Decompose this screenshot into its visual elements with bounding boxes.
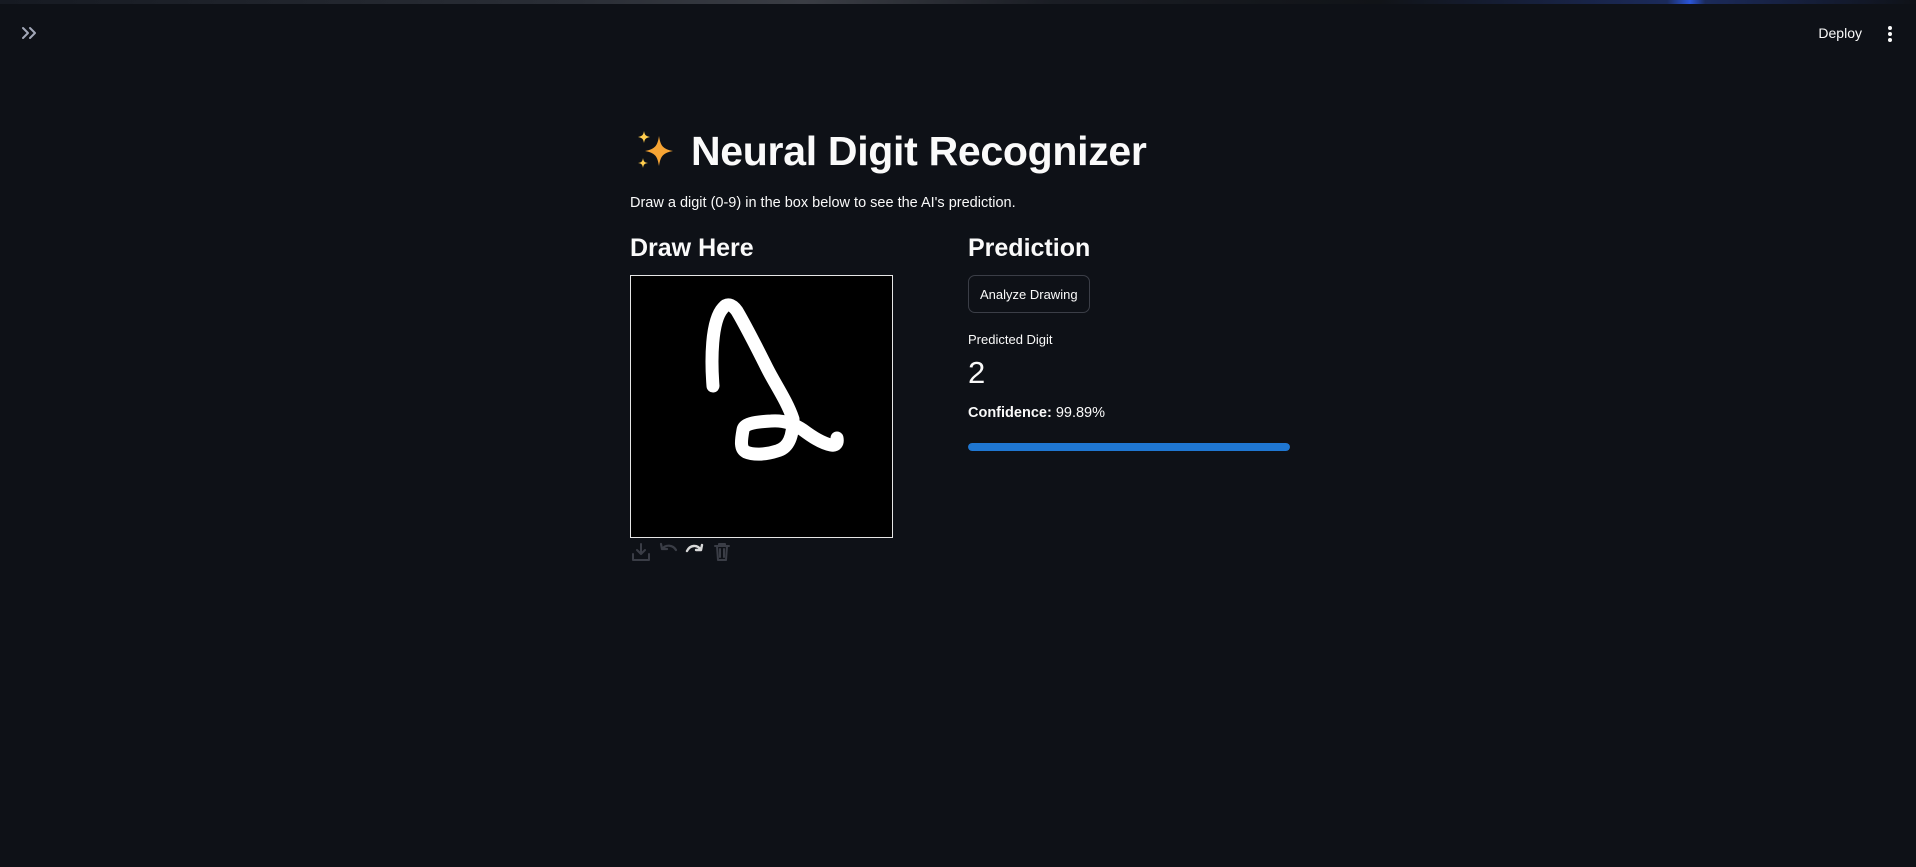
page-subtitle: Draw a digit (0-9) in the box below to s… xyxy=(630,195,1016,211)
deploy-button[interactable]: Deploy xyxy=(1814,22,1866,44)
download-icon[interactable] xyxy=(630,541,652,563)
confidence-text: Confidence: 99.89% xyxy=(968,405,1298,421)
confidence-progress-bar xyxy=(968,443,1290,451)
page-title: Neural Digit Recognizer xyxy=(691,127,1147,174)
confidence-label: Confidence: xyxy=(968,405,1052,421)
redo-icon[interactable] xyxy=(684,541,706,563)
title-row: Neural Digit Recognizer xyxy=(630,120,1330,182)
top-decoration-bar xyxy=(0,0,1916,4)
confidence-progress-fill xyxy=(968,443,1290,451)
prediction-heading: Prediction xyxy=(968,234,1091,262)
prediction-column: Prediction Analyze Drawing Predicted Dig… xyxy=(968,231,1298,451)
main-menu-button[interactable] xyxy=(1882,22,1898,44)
drawn-stroke xyxy=(705,298,844,461)
predicted-digit-value: 2 xyxy=(968,355,986,390)
predicted-digit-label: Predicted Digit xyxy=(968,332,1053,347)
main-content: Neural Digit Recognizer Draw a digit (0-… xyxy=(630,120,1330,561)
trash-icon[interactable] xyxy=(711,541,733,563)
draw-column: Draw Here xyxy=(630,231,930,563)
canvas-toolbar xyxy=(630,541,930,563)
vertical-ellipsis-icon xyxy=(1882,22,1898,42)
double-chevron-right-icon xyxy=(22,27,36,39)
analyze-drawing-button[interactable]: Analyze Drawing xyxy=(968,275,1090,313)
undo-icon[interactable] xyxy=(657,541,679,563)
sparkles-icon xyxy=(638,131,673,168)
sidebar-toggle-button[interactable] xyxy=(18,22,42,44)
drawing-canvas[interactable] xyxy=(630,275,893,538)
draw-heading: Draw Here xyxy=(630,234,754,262)
confidence-value: 99.89% xyxy=(1055,405,1105,421)
